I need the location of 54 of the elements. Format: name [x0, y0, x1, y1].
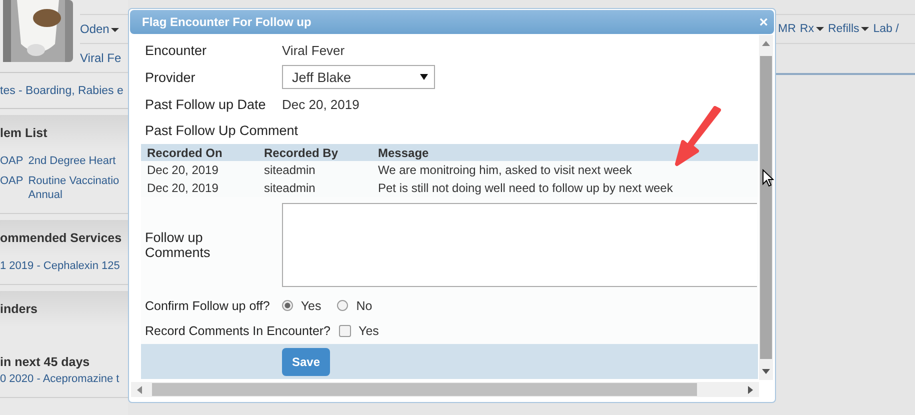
field-value: Viral Fever	[282, 42, 345, 58]
provider-select[interactable]: Jeff Blake	[282, 65, 435, 89]
section-title: lem List	[0, 126, 48, 140]
column-header: Message	[372, 144, 758, 161]
pet-menu[interactable]: Oden	[80, 22, 120, 36]
caret-icon	[420, 74, 428, 80]
arrow-icon	[673, 106, 723, 168]
column-header: Recorded By	[258, 144, 372, 161]
section-title: inders	[0, 302, 38, 316]
column-header: Recorded On	[141, 144, 258, 161]
table-cell: siteadmin	[258, 161, 372, 179]
nav-link[interactable]: Refills	[828, 23, 870, 35]
sidebar-link[interactable]: 2nd Degree Heart	[28, 154, 116, 168]
encounter-link[interactable]: Viral Fe	[80, 51, 122, 65]
comments-field[interactable]	[282, 203, 757, 287]
sidebar-link[interactable]: Routine Vaccinatio Annual	[28, 174, 120, 202]
table-cell: Dec 20, 2019	[141, 179, 258, 197]
scroll-down-icon[interactable]	[762, 369, 770, 374]
vertical-scrollbar[interactable]	[759, 35, 773, 380]
field-value: Dec 20, 2019	[282, 96, 360, 112]
field-label: Encounter	[145, 42, 208, 58]
field-label: Confirm Follow up off?	[145, 298, 270, 312]
option-label: Yes	[300, 298, 322, 312]
section-title: ommended Services	[0, 231, 122, 245]
sidebar-link[interactable]: 0 2020 - Acepromazine t	[0, 372, 120, 386]
nav-link[interactable]: Rx	[800, 23, 824, 35]
item-prefix: OAP	[0, 154, 24, 168]
table-cell: We are monitroing him, asked to visit next week	[372, 161, 758, 179]
field-label: Record Comments In Encounter?	[145, 324, 331, 338]
radio-button[interactable]	[337, 300, 348, 311]
alerts-link[interactable]: tes - Boarding, Rabies e	[0, 84, 124, 96]
table-cell: Pet is still not doing well need to follow up by next week	[372, 179, 758, 197]
nav-link[interactable]: MR	[778, 23, 796, 35]
dialog-title: Flag Encounter For Follow up	[142, 15, 312, 29]
section-subtitle: in next 45 days	[0, 355, 90, 369]
field-label: Follow up Comments	[145, 230, 212, 260]
scroll-left-icon[interactable]	[137, 386, 142, 394]
horizontal-scrollbar[interactable]	[131, 382, 759, 397]
radio-button[interactable]	[282, 300, 293, 311]
field-label: Provider	[145, 70, 196, 84]
item-prefix: OAP	[0, 174, 24, 189]
sidebar-link[interactable]: 1 2019 - Cephalexin 125	[0, 259, 120, 273]
checkbox[interactable]	[338, 325, 351, 337]
scroll-up-icon[interactable]	[762, 41, 770, 46]
caret-icon	[111, 28, 120, 32]
nav-link[interactable]: Lab /	[873, 23, 899, 35]
field-label: Past Follow up Date	[145, 96, 267, 112]
save-button[interactable]: Save	[282, 348, 330, 376]
table-cell: Dec 20, 2019	[141, 161, 258, 179]
option-label: Yes	[358, 324, 379, 338]
scroll-right-icon[interactable]	[748, 386, 753, 394]
table-cell: siteadmin	[258, 179, 372, 197]
section-label: Past Follow Up Comment	[145, 123, 298, 138]
option-label: No	[356, 298, 372, 312]
